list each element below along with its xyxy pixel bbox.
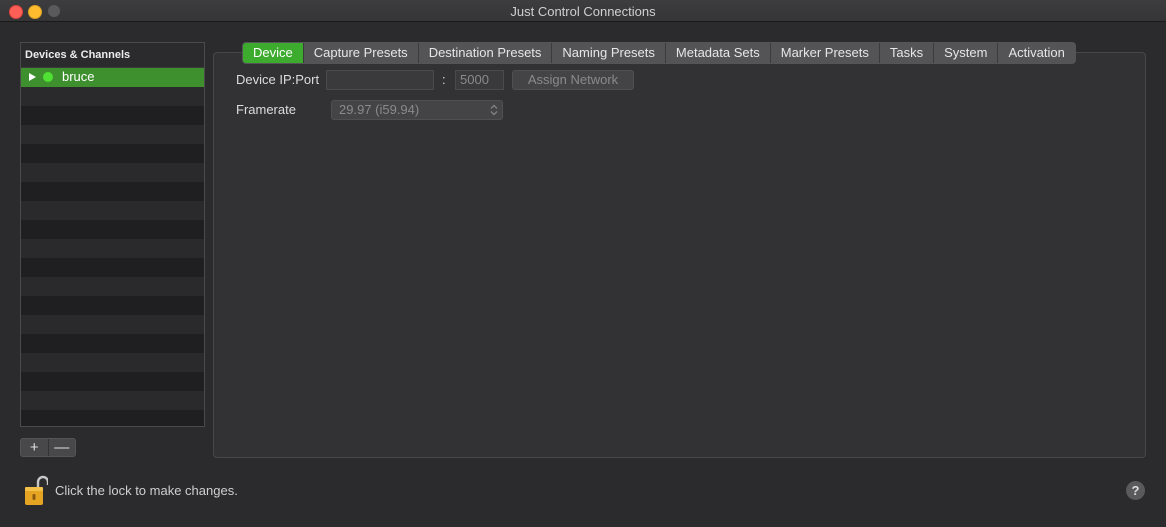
framerate-label: Framerate: [236, 102, 296, 117]
empty-list-row: [21, 106, 204, 125]
devices-sidebar: Devices & Channels bruce: [20, 42, 205, 427]
tab-tasks[interactable]: Tasks: [878, 43, 933, 63]
tab-marker-presets[interactable]: Marker Presets: [769, 43, 879, 63]
device-row-bruce[interactable]: bruce: [21, 68, 204, 87]
empty-list-row: [21, 391, 204, 410]
empty-list-row: [21, 125, 204, 144]
remove-device-button[interactable]: —: [47, 439, 76, 456]
tab-destination-presets[interactable]: Destination Presets: [417, 43, 552, 63]
device-port-value: 5000: [460, 72, 489, 87]
tab-bar: Device Capture Presets Destination Prese…: [242, 42, 1076, 64]
framerate-value: 29.97 (i59.94): [339, 102, 420, 117]
empty-list-row: [21, 201, 204, 220]
framerate-select[interactable]: 29.97 (i59.94): [331, 100, 503, 120]
empty-list-row: [21, 372, 204, 391]
status-dot-icon: [43, 72, 53, 82]
chevron-up-down-icon: [490, 104, 498, 116]
tab-capture-presets[interactable]: Capture Presets: [302, 43, 418, 63]
empty-list-row: [21, 87, 204, 106]
device-list-empty-rows: [21, 87, 204, 426]
device-port-field[interactable]: 5000: [455, 70, 504, 90]
tab-device[interactable]: Device: [243, 43, 303, 63]
tab-naming-presets[interactable]: Naming Presets: [551, 43, 664, 63]
tab-system[interactable]: System: [933, 43, 997, 63]
assign-network-button[interactable]: Assign Network: [512, 70, 634, 90]
empty-list-row: [21, 163, 204, 182]
empty-list-row: [21, 277, 204, 296]
device-ip-label: Device IP:Port: [236, 72, 320, 87]
lock-open-icon[interactable]: [24, 474, 48, 506]
lock-message: Click the lock to make changes.: [55, 483, 238, 498]
help-button[interactable]: ?: [1126, 481, 1145, 500]
device-ip-input[interactable]: [331, 71, 433, 89]
port-separator: :: [442, 72, 446, 87]
disclosure-triangle-icon[interactable]: [29, 73, 36, 81]
empty-list-row: [21, 220, 204, 239]
empty-list-row: [21, 144, 204, 163]
empty-list-row: [21, 182, 204, 201]
title-bar: Just Control Connections: [0, 0, 1166, 22]
device-name: bruce: [62, 69, 95, 84]
empty-list-row: [21, 353, 204, 372]
empty-list-row: [21, 258, 204, 277]
empty-list-row: [21, 315, 204, 334]
window-title: Just Control Connections: [510, 4, 656, 19]
tab-activation[interactable]: Activation: [997, 43, 1074, 63]
tab-metadata-sets[interactable]: Metadata Sets: [664, 43, 770, 63]
empty-list-row: [21, 239, 204, 258]
device-ip-field[interactable]: [326, 70, 434, 90]
empty-list-row: [21, 334, 204, 353]
empty-list-row: [21, 296, 204, 315]
add-device-button[interactable]: +: [21, 439, 48, 456]
add-remove-control: + —: [20, 438, 76, 457]
empty-list-row: [21, 410, 204, 426]
sidebar-header: Devices & Channels: [21, 43, 204, 68]
